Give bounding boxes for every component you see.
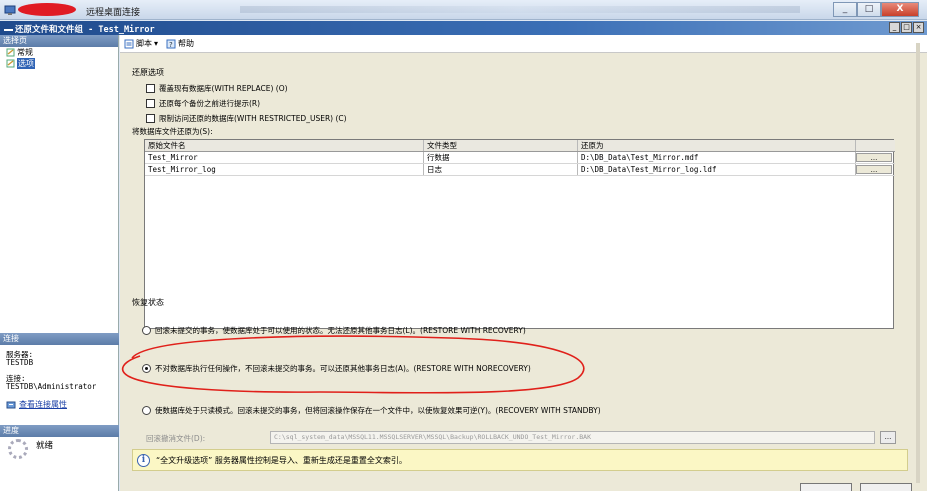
column-header-browse bbox=[856, 140, 894, 151]
restore-options-title: 还原选项 bbox=[132, 68, 164, 77]
restore-as-label: 将数据库文件还原为(S): bbox=[132, 127, 213, 136]
prompt-label: 还原每个备份之前进行提示(R) bbox=[159, 99, 261, 108]
file-grid: 原始文件名 文件类型 还原为 Test_Mirror 行数据 D:\DB_Dat… bbox=[144, 139, 895, 329]
sidebar-item-general[interactable]: 常规 bbox=[0, 47, 118, 58]
radio-button[interactable] bbox=[142, 364, 151, 373]
view-link-label: 查看连接属性 bbox=[19, 400, 67, 409]
rdp-minimize-button[interactable]: _ bbox=[833, 2, 857, 17]
sidebar-item-label: 选项 bbox=[17, 58, 35, 69]
undo-file-label: 回滚撤消文件(D): bbox=[146, 434, 206, 443]
cancel-button[interactable] bbox=[860, 483, 912, 491]
redacted-host-name bbox=[18, 3, 76, 16]
table-row[interactable]: Test_Mirror_log 日志 D:\DB_Data\Test_Mirro… bbox=[145, 164, 895, 176]
dialog-minimize-button[interactable]: _ bbox=[889, 22, 900, 33]
info-text: “全文升级选项” 服务器属性控制是导入、重新生成还是重置全文索引。 bbox=[156, 455, 407, 465]
column-header-restore-as[interactable]: 还原为 bbox=[578, 140, 856, 151]
server-value: TESTDB bbox=[6, 358, 34, 367]
ok-button[interactable] bbox=[800, 483, 852, 491]
cell-restore-path[interactable]: D:\DB_Data\Test_Mirror.mdf bbox=[578, 152, 856, 163]
info-bar: i “全文升级选项” 服务器属性控制是导入、重新生成还是重置全文索引。 bbox=[132, 449, 908, 471]
recovery-option-label: 回滚未提交的事务，使数据库处于可以使用的状态。无法还原其他事务日志(L)。(RE… bbox=[155, 326, 526, 335]
help-button[interactable]: ? 帮助 bbox=[166, 38, 194, 49]
norecovery-option-label: 不对数据库执行任何操作，不回滚未提交的事务。可以还原其他事务日志(A)。(RES… bbox=[155, 364, 531, 373]
cell-file-type: 日志 bbox=[424, 164, 578, 175]
cell-original-name: Test_Mirror_log bbox=[145, 164, 424, 175]
column-header-original-name[interactable]: 原始文件名 bbox=[145, 140, 424, 151]
toolbar: 脚本 ▾ ? 帮助 bbox=[120, 35, 927, 53]
page-icon bbox=[6, 59, 15, 68]
cell-original-name: Test_Mirror bbox=[145, 152, 424, 163]
cell-restore-path[interactable]: D:\DB_Data\Test_Mirror_log.ldf bbox=[578, 164, 856, 175]
dialog-title-bar: 还原文件和文件组 - Test_Mirror _ □ × bbox=[0, 21, 927, 35]
checkbox-box[interactable] bbox=[146, 114, 155, 123]
restricted-user-checkbox[interactable]: 限制访问还原的数据库(WITH RESTRICTED_USER) (C) bbox=[146, 113, 347, 124]
connection-value: TESTDB\Administrator bbox=[6, 382, 97, 391]
standby-option-label: 使数据库处于只读模式。回滚未提交的事务，但将回滚操作保存在一个文件中，以使恢复效… bbox=[155, 406, 601, 415]
dialog-close-button[interactable]: × bbox=[913, 22, 924, 33]
page-icon bbox=[6, 48, 15, 57]
column-header-file-type[interactable]: 文件类型 bbox=[424, 140, 578, 151]
norecovery-radio[interactable]: 不对数据库执行任何操作，不回滚未提交的事务。可以还原其他事务日志(A)。(RES… bbox=[142, 363, 531, 374]
undo-file-input[interactable]: C:\sql_system_data\MSSQL11.MSSQLSERVER\M… bbox=[270, 431, 875, 444]
connection-header: 连接 bbox=[0, 333, 119, 345]
chevron-down-icon: ▾ bbox=[154, 39, 159, 48]
restrict-label: 限制访问还原的数据库(WITH RESTRICTED_USER) (C) bbox=[159, 114, 347, 123]
panel-border bbox=[916, 43, 920, 483]
select-page-header: 选择页 bbox=[0, 35, 118, 47]
rdp-close-button[interactable]: X bbox=[881, 2, 919, 17]
browse-button[interactable]: ... bbox=[856, 153, 892, 162]
standby-radio[interactable]: 使数据库处于只读模式。回滚未提交的事务，但将回滚操作保存在一个文件中，以使恢复效… bbox=[142, 405, 601, 416]
overwrite-label: 覆盖现有数据库(WITH REPLACE) (O) bbox=[159, 84, 288, 93]
progress-status: 就绪 bbox=[8, 439, 53, 459]
remote-desktop-icon bbox=[4, 5, 16, 15]
dialog-maximize-button[interactable]: □ bbox=[901, 22, 912, 33]
radio-button[interactable] bbox=[142, 326, 151, 335]
help-label: 帮助 bbox=[178, 39, 195, 48]
recovery-radio[interactable]: 回滚未提交的事务，使数据库处于可以使用的状态。无法还原其他事务日志(L)。(RE… bbox=[142, 325, 526, 336]
svg-text:?: ? bbox=[169, 41, 173, 49]
sidebar-item-label: 常规 bbox=[17, 48, 33, 57]
script-label: 脚本 bbox=[136, 39, 152, 48]
sidebar: 选择页 常规 选项 连接 服务器: TESTDB 连接: TESTDB\Admi… bbox=[0, 35, 119, 491]
spinner-icon bbox=[8, 439, 28, 459]
properties-icon bbox=[6, 401, 16, 408]
undo-browse-button[interactable]: ... bbox=[880, 431, 896, 444]
grid-header-row: 原始文件名 文件类型 还原为 bbox=[145, 140, 895, 152]
remote-desktop-title: 远程桌面连接 bbox=[86, 8, 141, 18]
checkbox-box[interactable] bbox=[146, 99, 155, 108]
checkbox-box[interactable] bbox=[146, 84, 155, 93]
sidebar-item-options[interactable]: 选项 bbox=[0, 58, 118, 69]
dialog-title: 还原文件和文件组 - Test_Mirror bbox=[4, 23, 155, 35]
rdp-maximize-button[interactable]: □ bbox=[857, 2, 881, 17]
recovery-state-title: 恢复状态 bbox=[132, 298, 164, 307]
script-button[interactable]: 脚本 ▾ bbox=[124, 38, 158, 49]
remote-desktop-title-bar: 远程桌面连接 _ □ X bbox=[0, 0, 927, 20]
radio-button[interactable] bbox=[142, 406, 151, 415]
progress-header: 进度 bbox=[0, 425, 119, 437]
connection-info: 服务器: TESTDB 连接: TESTDB\Administrator bbox=[6, 351, 96, 391]
browse-button[interactable]: ... bbox=[856, 165, 892, 174]
blurred-tabs bbox=[240, 6, 800, 13]
view-connection-properties-link[interactable]: 查看连接属性 bbox=[6, 399, 67, 410]
script-icon bbox=[124, 39, 134, 48]
info-icon: i bbox=[137, 453, 150, 467]
cell-file-type: 行数据 bbox=[424, 152, 578, 163]
prompt-checkbox[interactable]: 还原每个备份之前进行提示(R) bbox=[146, 98, 260, 109]
main-panel: 脚本 ▾ ? 帮助 还原选项 覆盖现有数据库(WITH REPLACE) (O)… bbox=[120, 35, 927, 491]
progress-status-label: 就绪 bbox=[36, 441, 54, 451]
overwrite-checkbox[interactable]: 覆盖现有数据库(WITH REPLACE) (O) bbox=[146, 83, 288, 94]
table-row[interactable]: Test_Mirror 行数据 D:\DB_Data\Test_Mirror.m… bbox=[145, 152, 895, 164]
help-icon: ? bbox=[166, 39, 176, 49]
